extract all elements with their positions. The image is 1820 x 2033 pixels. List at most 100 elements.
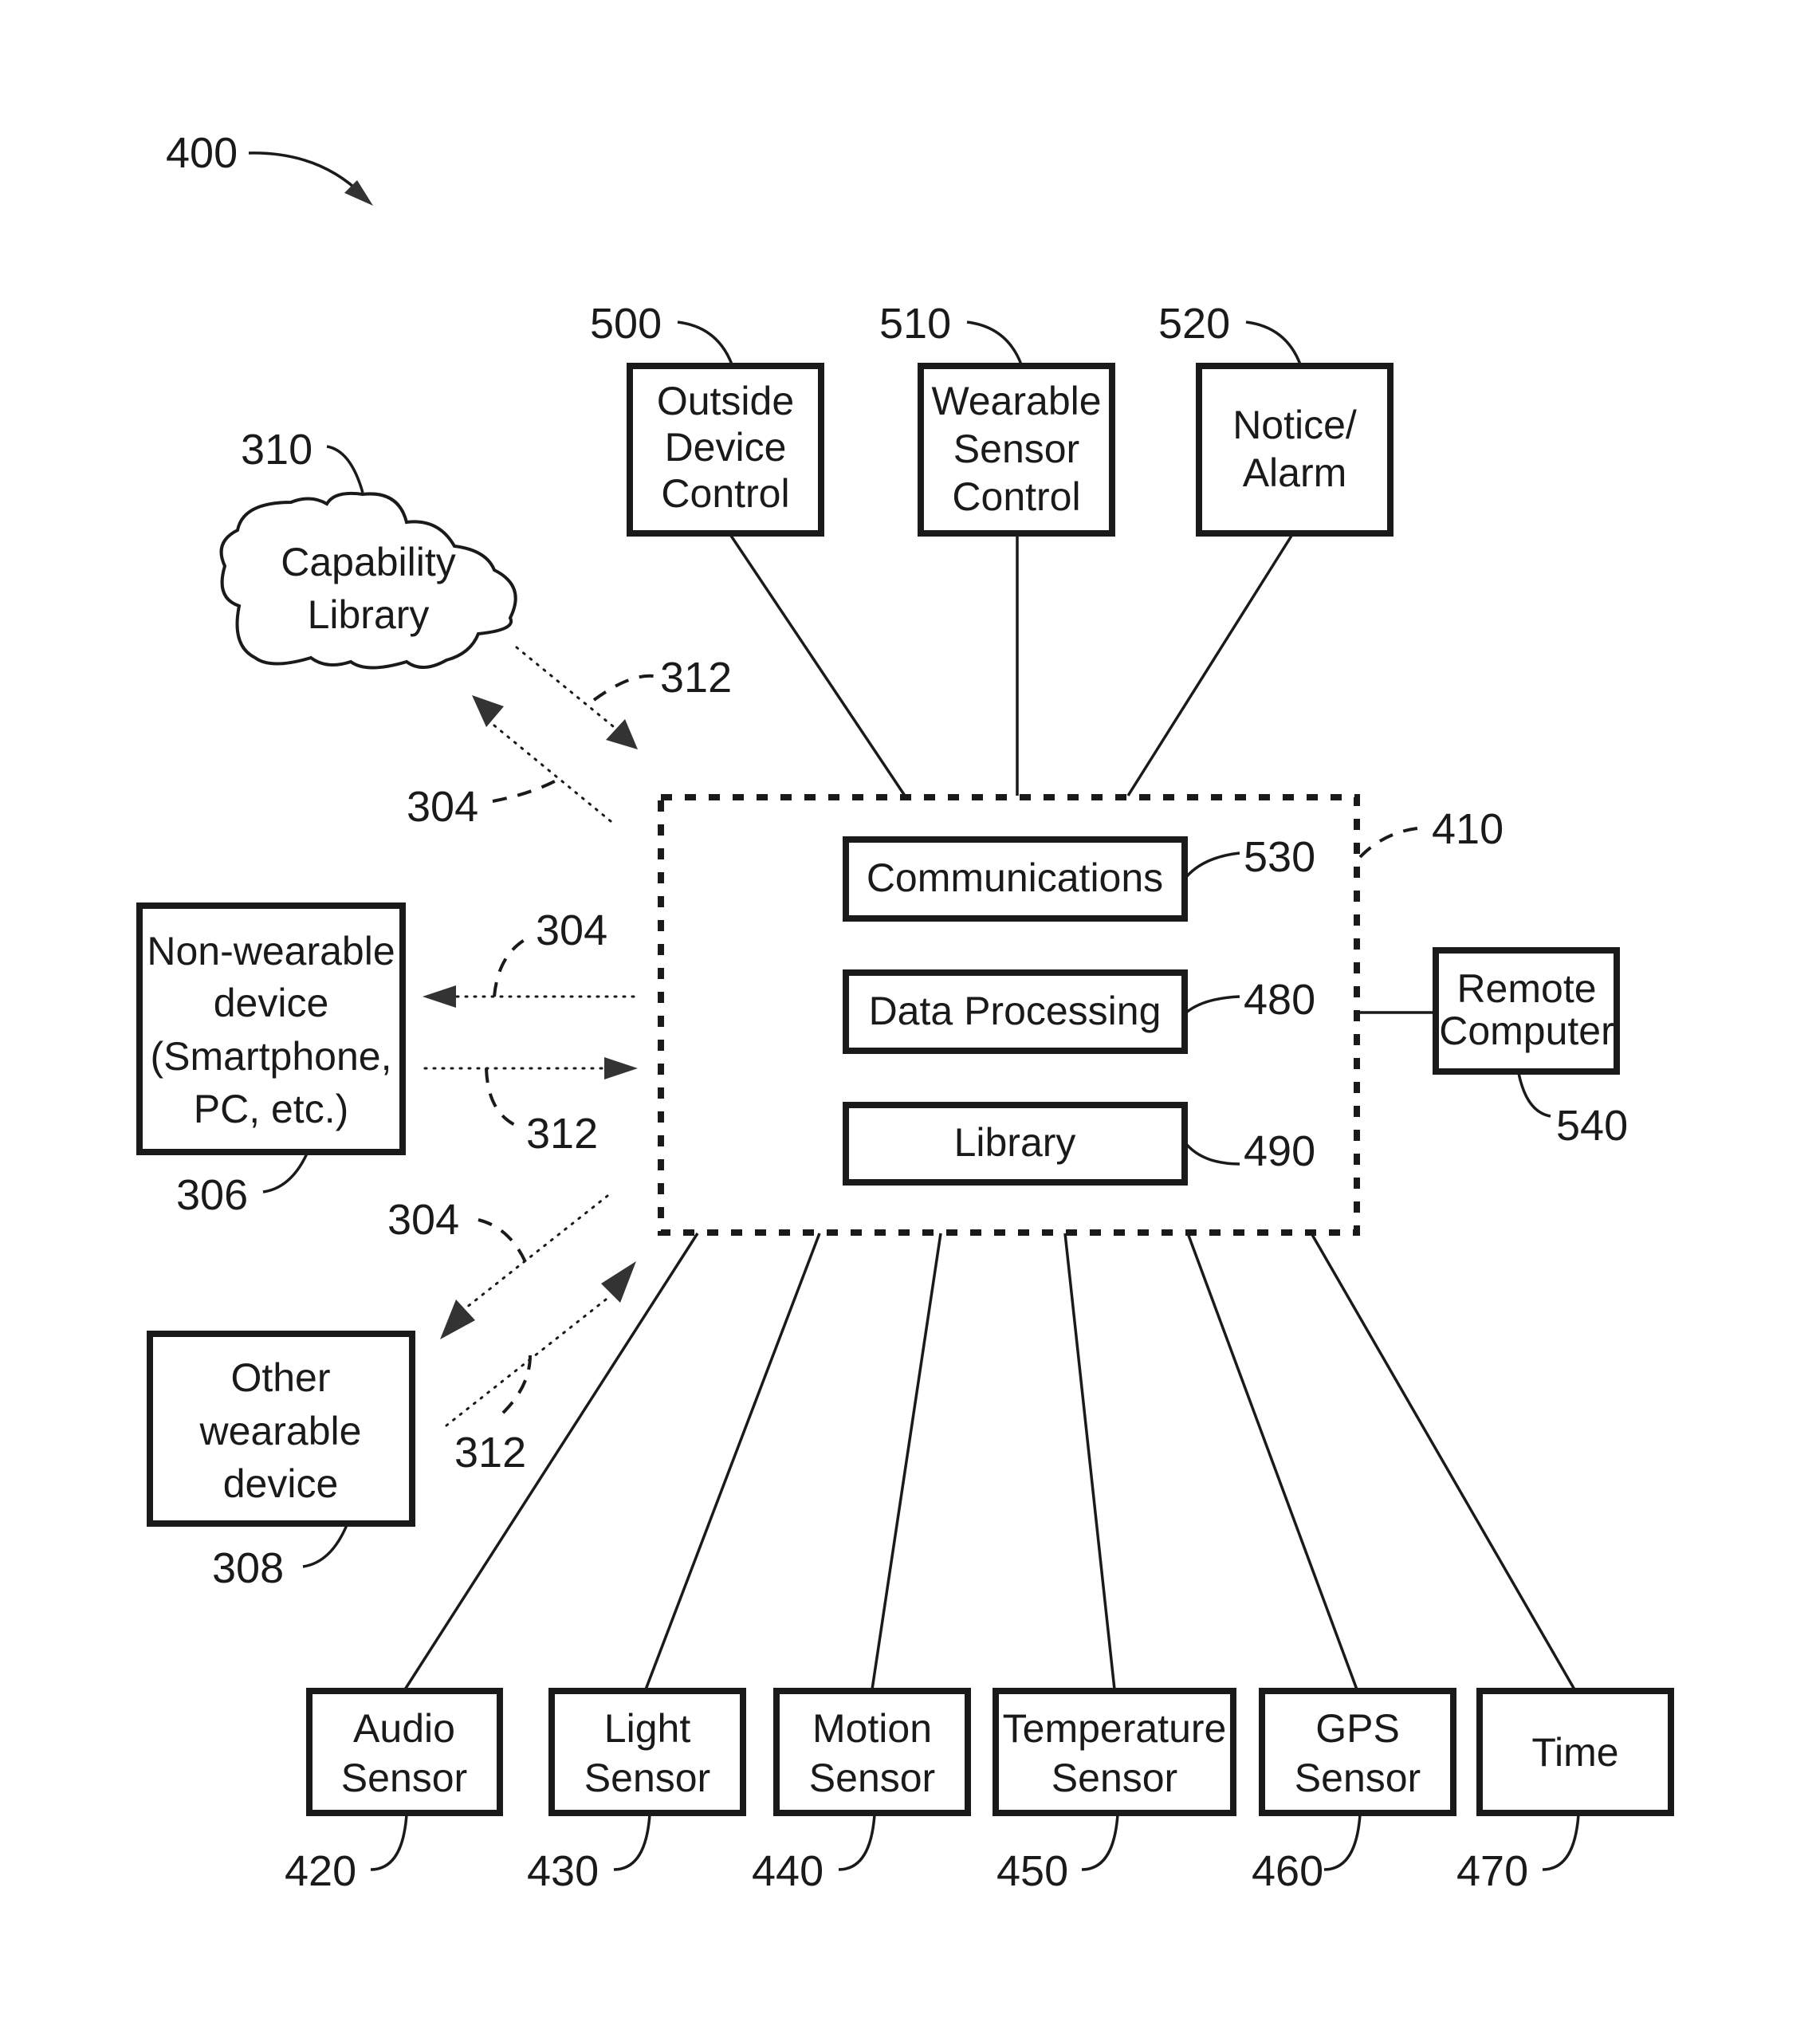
- ref-312-top: 312: [660, 654, 732, 702]
- library-label: Library: [954, 1120, 1076, 1165]
- ref-510: 510: [879, 300, 951, 348]
- ref-460: 460: [1252, 1847, 1323, 1895]
- wire-hub-light: [644, 1233, 821, 1690]
- link-cloud-to-hub-312: [515, 646, 623, 735]
- audio-sensor-line2: Sensor: [341, 1756, 467, 1800]
- communications-label: Communications: [867, 855, 1163, 900]
- leader-308: [302, 1524, 348, 1568]
- temperature-sensor-line1: Temperature: [1003, 1706, 1227, 1751]
- link-other-to-hub-arrowhead-icon: [601, 1261, 636, 1303]
- leader-460: [1323, 1814, 1362, 1871]
- box-outside-device-control: 500 Outside Device Control: [590, 300, 824, 537]
- diagram-svg: 400 500 Outside Device Control 510 Weara…: [136, 129, 1674, 1895]
- wire-hub-time: [1310, 1233, 1576, 1690]
- ref-520: 520: [1158, 300, 1230, 348]
- wire-hub-temperature: [1063, 1233, 1116, 1690]
- link-cloud-to-hub-arrowhead-icon: [606, 719, 638, 749]
- data-processing-label: Data Processing: [869, 989, 1162, 1033]
- ref-480: 480: [1244, 976, 1315, 1024]
- leader-530: [1185, 851, 1240, 879]
- ref-410: 410: [1432, 805, 1504, 853]
- ref-540: 540: [1556, 1102, 1628, 1150]
- box-non-wearable-device: Non-wearable device (Smartphone, PC, etc…: [136, 902, 406, 1219]
- time-line1: Time: [1531, 1730, 1618, 1775]
- ref-310: 310: [241, 426, 313, 474]
- sensor-temperature: Temperature Sensor 450: [993, 1688, 1236, 1895]
- leader-312-top: [592, 674, 654, 702]
- ref-430: 430: [527, 1847, 599, 1895]
- wearable-sensor-control-line3: Control: [952, 474, 1080, 519]
- link-hub-to-cloud-304: [493, 724, 612, 823]
- cloud-capability-library: 310 Capability Library: [219, 426, 517, 670]
- cloud-line2: Library: [308, 592, 430, 637]
- box-wearable-sensor-control: 510 Wearable Sensor Control: [879, 300, 1115, 537]
- leader-312-mid: [485, 1068, 523, 1130]
- link-hub-to-cloud-arrowhead-icon: [472, 695, 504, 727]
- ref-500: 500: [590, 300, 662, 348]
- leader-440: [838, 1814, 876, 1871]
- other-wearable-line2: wearable: [199, 1409, 362, 1453]
- ref-308: 308: [212, 1544, 284, 1592]
- temperature-sensor-line2: Sensor: [1052, 1756, 1177, 1800]
- box-remote-computer: Remote Computer 540: [1433, 947, 1628, 1150]
- notice-alarm-line2: Alarm: [1243, 450, 1347, 495]
- ref-440: 440: [752, 1847, 824, 1895]
- ref-304-top: 304: [407, 783, 478, 831]
- module-communications: Communications 530: [843, 833, 1315, 922]
- leader-480: [1185, 995, 1240, 1014]
- module-library: Library 490: [843, 1102, 1315, 1186]
- audio-sensor-line1: Audio: [353, 1706, 455, 1751]
- remote-computer-line2: Computer: [1439, 1009, 1614, 1053]
- leader-312-low: [499, 1355, 532, 1417]
- notice-alarm-line1: Notice/: [1232, 403, 1357, 447]
- ref-312-mid: 312: [526, 1110, 598, 1158]
- wire-hub-gps: [1186, 1233, 1358, 1690]
- leader-450: [1081, 1814, 1119, 1871]
- figure-ref-arrow-curve: [248, 151, 364, 197]
- leader-510: [966, 320, 1023, 365]
- leader-304-top: [492, 776, 563, 803]
- ref-490: 490: [1244, 1127, 1315, 1175]
- sensor-gps: GPS Sensor 460: [1252, 1688, 1456, 1895]
- motion-sensor-line2: Sensor: [809, 1756, 935, 1800]
- ref-420: 420: [285, 1847, 356, 1895]
- sensor-light: Light Sensor 430: [527, 1688, 746, 1895]
- wire-hub-audio: [403, 1233, 699, 1690]
- ref-450: 450: [996, 1847, 1068, 1895]
- outside-device-control-line2: Device: [665, 425, 787, 470]
- outside-device-control-line1: Outside: [657, 379, 794, 423]
- leader-520: [1245, 320, 1302, 365]
- link-hub-to-nonwearable-arrowhead-icon: [423, 985, 456, 1008]
- wire-500-hub: [728, 533, 906, 796]
- leader-500: [677, 320, 733, 365]
- leader-306: [262, 1153, 309, 1193]
- wearable-sensor-control-line1: Wearable: [931, 379, 1101, 423]
- leader-410: [1358, 826, 1428, 859]
- sensor-motion: Motion Sensor 440: [752, 1688, 971, 1895]
- leader-540: [1517, 1072, 1551, 1118]
- other-wearable-line3: device: [223, 1461, 339, 1506]
- ref-312-low: 312: [454, 1429, 526, 1477]
- cloud-line1: Capability: [281, 540, 456, 584]
- notice-alarm-box: [1196, 363, 1393, 537]
- figure-ref-label: 400: [166, 129, 238, 177]
- light-sensor-line2: Sensor: [584, 1756, 710, 1800]
- wire-520-hub: [1126, 533, 1295, 796]
- non-wearable-line1: Non-wearable: [147, 929, 395, 973]
- leader-420: [370, 1814, 408, 1871]
- link-hub-to-other-304: [465, 1194, 609, 1309]
- patent-figure: 400 500 Outside Device Control 510 Weara…: [0, 0, 1820, 2033]
- box-other-wearable-device: Other wearable device 308: [147, 1331, 415, 1592]
- ref-306: 306: [176, 1171, 248, 1219]
- motion-sensor-line1: Motion: [812, 1706, 932, 1751]
- link-nonwearable-to-hub-arrowhead-icon: [604, 1057, 638, 1079]
- outside-device-control-line3: Control: [661, 471, 789, 516]
- module-data-processing: Data Processing 480: [843, 969, 1315, 1054]
- box-notice-alarm: 520 Notice/ Alarm: [1158, 300, 1393, 537]
- leader-310: [326, 445, 364, 494]
- leader-304-mid: [493, 935, 531, 997]
- light-sensor-line1: Light: [604, 1706, 691, 1751]
- sensor-time: Time 470: [1456, 1688, 1674, 1895]
- leader-430: [613, 1814, 651, 1871]
- remote-computer-line1: Remote: [1456, 966, 1596, 1011]
